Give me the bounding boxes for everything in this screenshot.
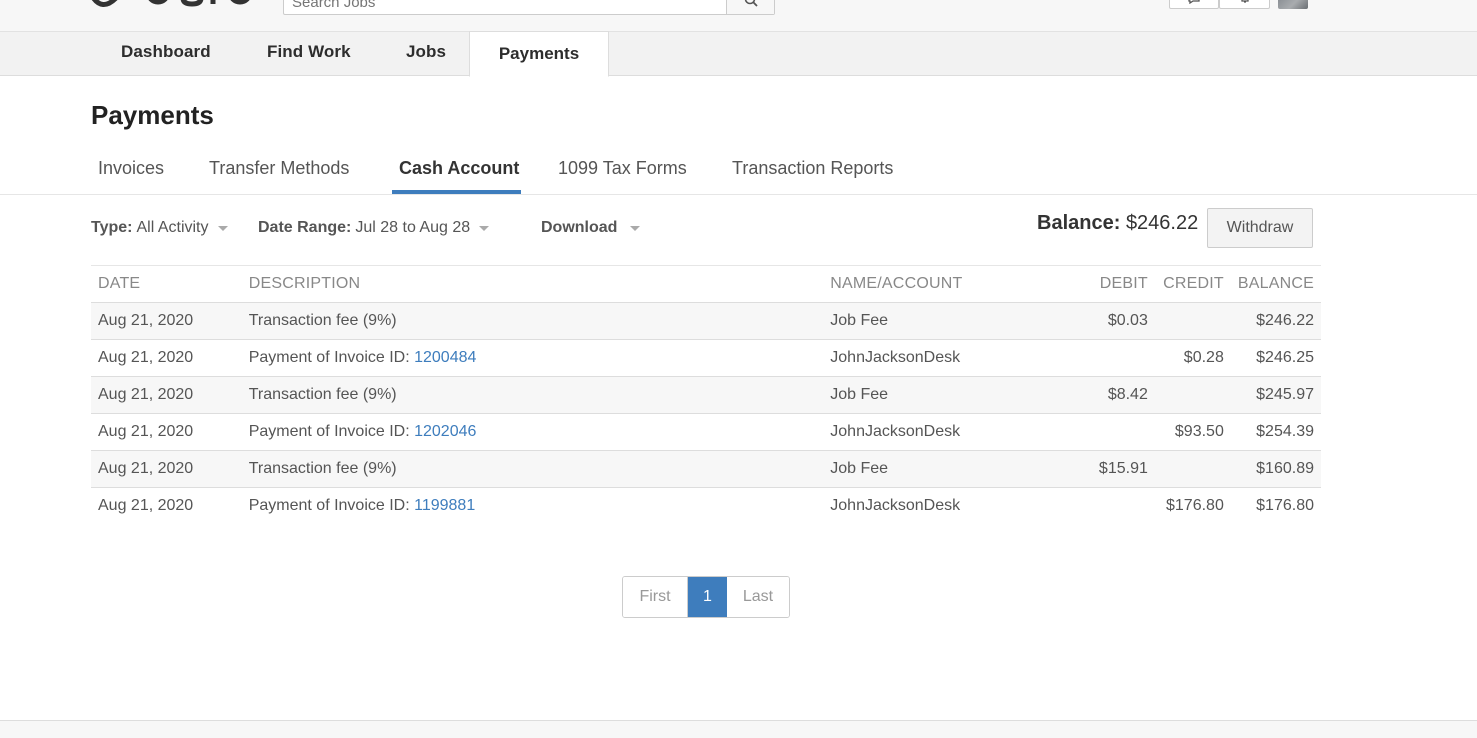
avatar[interactable] [1278,0,1308,9]
table-row: Aug 21, 2020 Payment of Invoice ID: 1199… [91,488,1321,525]
row-credit: $0.28 [1154,339,1231,377]
footer [0,720,1477,738]
row-date: Aug 21, 2020 [91,376,242,414]
row-date: Aug 21, 2020 [91,302,242,340]
balance-display: Balance: $246.22 [1037,212,1198,235]
table-row: Aug 21, 2020 Transaction fee (9%) Job Fe… [91,376,1321,414]
top-bar [0,0,1477,31]
row-description: Transaction fee (9%) [241,376,824,414]
search-box [283,0,775,15]
search-input[interactable] [284,0,727,14]
invoice-link[interactable]: 1200484 [414,349,476,366]
nav-payments[interactable]: Payments [469,31,609,77]
row-credit [1154,376,1231,414]
row-balance: $160.89 [1230,450,1321,488]
tab-cash-account[interactable]: Cash Account [399,158,519,179]
download-dropdown[interactable]: Download [541,219,641,237]
chevron-down-icon [630,226,641,231]
row-description: Payment of Invoice ID: 1202046 [241,413,824,451]
balance-value: $246.22 [1125,212,1199,234]
row-balance: $176.80 [1256,497,1314,515]
table-row: Aug 21, 2020 Payment of Invoice ID: 1200… [91,339,1321,377]
row-debit [1054,339,1155,377]
row-date: Aug 21, 2020 [91,450,242,488]
row-balance: $246.25 [1230,339,1321,377]
payments-tabs: Invoices Transfer Methods Cash Account 1… [0,145,1477,195]
row-description: Payment of Invoice ID: 1200484 [241,339,824,377]
row-credit [1154,450,1231,488]
row-debit: $15.91 [1054,450,1155,488]
row-credit: $93.50 [1154,413,1231,451]
row-name: JohnJacksonDesk [823,339,1055,377]
type-filter-label: Type: [91,219,133,236]
date-range-value: Jul 28 to Aug 28 [355,219,471,236]
nav-jobs[interactable]: Jobs [406,42,446,62]
pagination-page-current[interactable]: 1 [688,577,727,617]
invoice-link[interactable]: 1202046 [414,423,476,440]
nav-payments-label: Payments [498,44,580,63]
row-description: Transaction fee (9%) [241,302,824,340]
bell-icon [1240,0,1250,9]
tab-transaction-reports[interactable]: Transaction Reports [732,158,893,179]
type-filter[interactable]: Type: All Activity [91,219,228,237]
table-header-row: DATE DESCRIPTION NAME/ACCOUNT DEBIT CRED… [91,265,1321,303]
row-debit: $0.03 [1054,302,1155,340]
row-balance: $254.39 [1230,413,1321,451]
row-date: Aug 21, 2020 [98,497,194,515]
logo[interactable] [88,0,258,18]
active-tab-indicator [392,190,521,194]
nav-dashboard[interactable]: Dashboard [121,42,211,62]
col-date: DATE [91,265,242,303]
chat-icon [1188,0,1200,9]
row-description: Payment of Invoice ID: 1199881 [248,497,476,515]
chevron-down-icon [479,226,490,231]
tab-transfer-methods[interactable]: Transfer Methods [209,158,349,179]
main-nav: Dashboard Find Work Jobs Payments [0,31,1477,77]
row-name: JohnJacksonDesk [830,497,961,515]
download-label: Download [541,219,618,236]
row-credit [1154,302,1231,340]
row-balance: $245.97 [1230,376,1321,414]
pagination: First 1 Last [622,576,790,618]
row-name: Job Fee [823,302,1055,340]
row-credit: $176.80 [1166,497,1224,515]
notifications-button[interactable] [1219,0,1270,9]
table-row: Aug 21, 2020 Transaction fee (9%) Job Fe… [91,450,1321,488]
col-name-account: NAME/ACCOUNT [823,265,1055,303]
transactions-table: DATE DESCRIPTION NAME/ACCOUNT DEBIT CRED… [91,265,1321,525]
date-range-filter[interactable]: Date Range: Jul 28 to Aug 28 [258,219,490,237]
col-balance: BALANCE [1230,265,1321,303]
pagination-first[interactable]: First [623,577,688,617]
chevron-down-icon [217,226,228,231]
balance-label: Balance: [1037,212,1121,234]
type-filter-value: All Activity [136,219,209,236]
row-name: JohnJacksonDesk [823,413,1055,451]
row-balance: $246.22 [1230,302,1321,340]
tab-1099-tax-forms[interactable]: 1099 Tax Forms [558,158,687,179]
col-debit: DEBIT [1054,265,1155,303]
withdraw-button[interactable]: Withdraw [1207,208,1313,248]
tab-invoices[interactable]: Invoices [98,158,164,179]
row-date: Aug 21, 2020 [91,339,242,377]
table-row: Aug 21, 2020 Transaction fee (9%) Job Fe… [91,302,1321,340]
col-description: DESCRIPTION [241,265,824,303]
row-name: Job Fee [823,376,1055,414]
col-credit: CREDIT [1154,265,1231,303]
page-title: Payments [91,100,214,130]
pagination-last[interactable]: Last [727,577,789,617]
date-range-label: Date Range: [258,219,352,236]
invoice-link[interactable]: 1199881 [414,497,475,514]
row-debit [1054,413,1155,451]
row-debit [1055,488,1155,525]
search-button[interactable] [726,0,774,14]
search-icon [744,0,758,12]
row-name: Job Fee [823,450,1055,488]
messages-button[interactable] [1169,0,1219,9]
table-row: Aug 21, 2020 Payment of Invoice ID: 1202… [91,413,1321,451]
row-debit: $8.42 [1054,376,1155,414]
row-description: Transaction fee (9%) [241,450,824,488]
nav-find-work[interactable]: Find Work [267,42,351,62]
row-date: Aug 21, 2020 [91,413,242,451]
